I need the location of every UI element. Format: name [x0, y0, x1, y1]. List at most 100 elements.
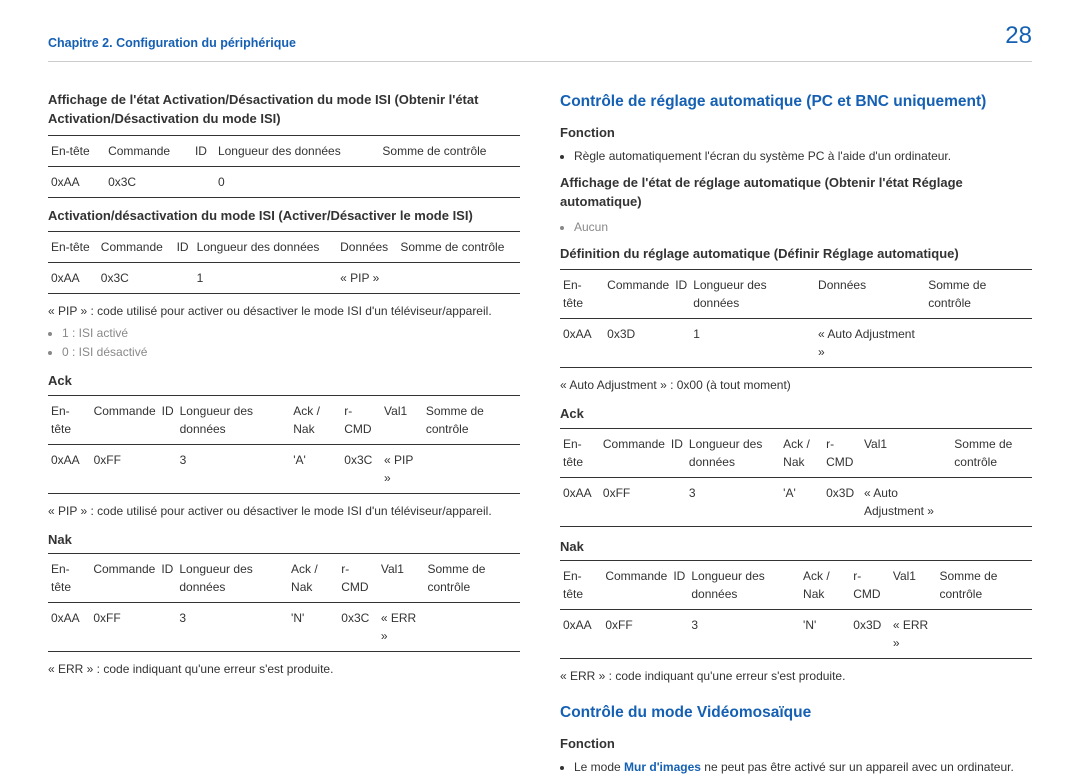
th: En-tête [560, 270, 604, 319]
table-auto-def: En-tête Commande ID Longueur des données… [560, 269, 1032, 368]
th: ID [192, 135, 215, 166]
td: 3 [177, 444, 291, 493]
td [672, 319, 690, 368]
value-list: Règle automatiquement l'écran du système… [560, 147, 1032, 165]
td: « ERR » [378, 603, 425, 652]
td: 0x3C [105, 166, 192, 197]
text: Le mode [574, 760, 621, 774]
td: 0xAA [560, 477, 600, 526]
td [397, 263, 520, 294]
th: Somme de contrôle [424, 554, 520, 603]
td: 0 [215, 166, 379, 197]
td: 0xAA [48, 603, 90, 652]
table-row: 0xAA 0x3D 1 « Auto Adjustment » [560, 319, 1032, 368]
note: « PIP » : code utilisé pour activer ou d… [48, 302, 520, 320]
td: 0x3D [604, 319, 672, 368]
section-heading: Contrôle du mode Vidéomosaïque [560, 701, 1032, 724]
th: Longueur des données [215, 135, 379, 166]
td: 0xFF [602, 610, 670, 659]
section-title: Définition du réglage automatique (Défin… [560, 244, 1032, 264]
th: Somme de contrôle [423, 395, 520, 444]
list-item: Aucun [574, 218, 1032, 236]
td [951, 477, 1032, 526]
th: Données [815, 270, 925, 319]
th: Données [337, 232, 397, 263]
section-title: Activation/désactivation du mode ISI (Ac… [48, 206, 520, 226]
table-auto-nak: En-tête Commande ID Longueur des données… [560, 560, 1032, 659]
td [670, 610, 688, 659]
td [158, 603, 176, 652]
note: « ERR » : code indiquant qu'une erreur s… [48, 660, 520, 678]
value-list: Aucun [560, 218, 1032, 236]
td: 0xAA [560, 319, 604, 368]
note: « ERR » : code indiquant qu'une erreur s… [560, 667, 1032, 685]
th: r-CMD [338, 554, 378, 603]
td [174, 263, 194, 294]
th: ID [159, 395, 177, 444]
th: Commande [600, 428, 668, 477]
table-row: 0xAA 0xFF 3 'A' 0x3C « PIP » [48, 444, 520, 493]
th: Somme de contrôle [951, 428, 1032, 477]
td: 'A' [780, 477, 823, 526]
td: 1 [194, 263, 337, 294]
th: Val1 [378, 554, 425, 603]
td: 0xAA [48, 444, 91, 493]
th: Somme de contrôle [397, 232, 520, 263]
subsection-title: Ack [560, 404, 1032, 424]
th: Longueur des données [194, 232, 337, 263]
th: Commande [91, 395, 159, 444]
subsection-title: Fonction [560, 734, 1032, 754]
th: Somme de contrôle [936, 561, 1032, 610]
th: Ack / Nak [288, 554, 338, 603]
td: 'N' [800, 610, 850, 659]
td: 0xFF [91, 444, 159, 493]
th: En-tête [560, 561, 602, 610]
td: « PIP » [381, 444, 423, 493]
note: « Auto Adjustment » : 0x00 (à tout momen… [560, 376, 1032, 394]
th: Somme de contrôle [925, 270, 1032, 319]
th: r-CMD [341, 395, 381, 444]
td [936, 610, 1032, 659]
td: 3 [686, 477, 780, 526]
th: Longueur des données [690, 270, 815, 319]
td: 3 [176, 603, 288, 652]
link-mur-images[interactable]: Mur d'images [624, 760, 701, 774]
th: ID [668, 428, 686, 477]
th: ID [174, 232, 194, 263]
th: Val1 [381, 395, 423, 444]
td: 1 [690, 319, 815, 368]
th: Somme de contrôle [379, 135, 520, 166]
th: Commande [604, 270, 672, 319]
td [423, 444, 520, 493]
left-column: Affichage de l'état Activation/Désactiva… [48, 90, 520, 784]
th: Ack / Nak [780, 428, 823, 477]
table-row: 0xAA 0xFF 3 'N' 0x3C « ERR » [48, 603, 520, 652]
table-isi-activate: En-tête Commande ID Longueur des données… [48, 231, 520, 294]
td: « Auto Adjustment » [861, 477, 951, 526]
td: 0xFF [600, 477, 668, 526]
th: Commande [105, 135, 192, 166]
subsection-title: Fonction [560, 123, 1032, 143]
td [424, 603, 520, 652]
td [668, 477, 686, 526]
list-item: Le mode Mur d'images ne peut pas être ac… [574, 758, 1032, 776]
th: Commande [90, 554, 158, 603]
table-auto-ack: En-tête Commande ID Longueur des données… [560, 428, 1032, 527]
section-heading: Contrôle de réglage automatique (PC et B… [560, 90, 1032, 113]
table-row: 0xAA 0x3C 0 [48, 166, 520, 197]
page-number: 28 [1005, 18, 1032, 54]
th: Longueur des données [176, 554, 288, 603]
td: 0x3C [338, 603, 378, 652]
th: Longueur des données [686, 428, 780, 477]
text: ne peut pas être activé sur un appareil … [704, 760, 1014, 774]
value-list: 1 : ISI activé 0 : ISI désactivé [48, 324, 520, 361]
td: 3 [688, 610, 800, 659]
chapter-title: Chapitre 2. Configuration du périphériqu… [48, 34, 1032, 62]
subsection-title: Nak [48, 530, 520, 550]
th: En-tête [48, 554, 90, 603]
th: Commande [98, 232, 174, 263]
td: 0x3C [341, 444, 381, 493]
value-list: Le mode Mur d'images ne peut pas être ac… [560, 758, 1032, 776]
section-title: Affichage de l'état de réglage automatiq… [560, 173, 1032, 212]
th: Ack / Nak [290, 395, 341, 444]
